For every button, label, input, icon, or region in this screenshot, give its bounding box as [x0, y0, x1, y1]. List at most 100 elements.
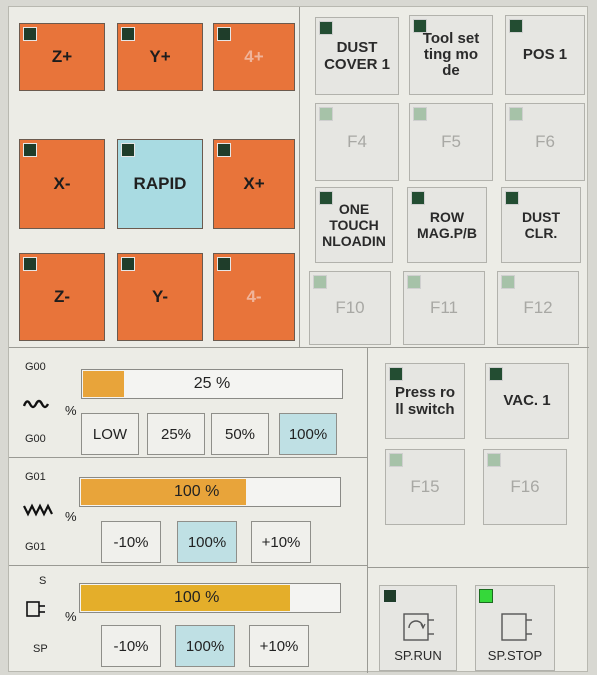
jog-y-minus-button[interactable]: Y-	[117, 253, 203, 341]
button-label: F10	[335, 298, 365, 318]
control-panel: Z+ Y+ 4+ X- RAPID X+ Z- Y- 4- DUST COVER…	[8, 6, 589, 673]
jog-label: Y+	[149, 47, 171, 66]
g01-zigzag-icon	[23, 503, 53, 521]
press-roll-switch-button[interactable]: Press ro ll switch	[385, 363, 465, 439]
jog-label: X+	[243, 174, 265, 193]
spindle-override-bar: 100 %	[79, 583, 341, 613]
spindle-rate-button-1[interactable]: -10%	[101, 625, 161, 667]
g01-rate-button-1[interactable]: -10%	[101, 521, 161, 563]
status-indicator	[505, 191, 519, 205]
jog-4-plus-button[interactable]: 4+	[213, 23, 295, 91]
g01-rate-button-3[interactable]: +10%	[251, 521, 311, 563]
jog-x-plus-button[interactable]: X+	[213, 139, 295, 229]
jog-label: X-	[53, 174, 71, 193]
status-indicator	[217, 257, 231, 271]
g00-rate-button-4[interactable]: 100%	[279, 413, 337, 455]
status-indicator	[23, 143, 37, 157]
status-indicator	[121, 27, 135, 41]
jog-y-plus-button[interactable]: Y+	[117, 23, 203, 91]
g01-override-value: 100 %	[174, 483, 220, 500]
jog-label: Z+	[51, 47, 73, 66]
f6-button[interactable]: F6	[505, 103, 585, 181]
spindle-override-value: 100 %	[174, 589, 220, 606]
row-mag-pb-button[interactable]: ROW MAG.P/B	[407, 187, 487, 263]
button-label: F5	[441, 132, 461, 152]
button-label: SP.RUN	[394, 648, 442, 664]
button-label: F12	[523, 298, 553, 318]
button-label: F6	[535, 132, 555, 152]
status-indicator	[319, 21, 333, 35]
jog-z-plus-button[interactable]: Z+	[19, 23, 105, 91]
f11-button[interactable]: F11	[403, 271, 485, 345]
jog-label: RAPID	[133, 174, 187, 193]
jog-label: Z-	[53, 287, 71, 306]
g01-rate-button-2[interactable]: 100%	[177, 521, 237, 563]
jog-x-minus-button[interactable]: X-	[19, 139, 105, 229]
status-indicator	[121, 143, 135, 157]
button-label: DUST CLR.	[521, 208, 561, 241]
button-label: Tool set ting mo de	[422, 29, 480, 80]
jog-z-minus-button[interactable]: Z-	[19, 253, 105, 341]
spindle-run-button[interactable]: SP.RUN	[379, 585, 457, 671]
button-label: SP.STOP	[487, 648, 543, 664]
status-indicator	[121, 257, 135, 271]
pos1-button[interactable]: POS 1	[505, 15, 585, 95]
spindle-unit-label: %	[65, 609, 77, 624]
jog-label: Y-	[151, 287, 169, 306]
g01-bottom-label: G01	[25, 541, 46, 553]
g00-rate-button-2[interactable]: 25%	[147, 413, 205, 455]
status-indicator	[411, 191, 425, 205]
dust-cover-button[interactable]: DUST COVER 1	[315, 17, 399, 95]
spindle-top-label: S	[39, 575, 47, 587]
one-touch-download-button[interactable]: ONE TOUCH NLOADIN	[315, 187, 393, 263]
g00-top-label: G00	[25, 361, 46, 373]
status-indicator	[479, 589, 493, 603]
f16-button[interactable]: F16	[483, 449, 567, 525]
tool-setting-mode-button[interactable]: Tool set ting mo de	[409, 15, 493, 95]
spindle-stop-button[interactable]: SP.STOP	[475, 585, 555, 671]
g00-bottom-label: G00	[25, 433, 46, 445]
f10-button[interactable]: F10	[309, 271, 391, 345]
spindle-icon	[25, 599, 47, 623]
g00-wave-icon	[22, 397, 51, 415]
vac1-button[interactable]: VAC. 1	[485, 363, 569, 439]
g00-rate-button-3[interactable]: 50%	[211, 413, 269, 455]
f5-button[interactable]: F5	[409, 103, 493, 181]
status-indicator	[217, 143, 231, 157]
g00-override-value: 25 %	[193, 375, 231, 392]
spindle-run-icon	[403, 613, 434, 641]
f12-button[interactable]: F12	[497, 271, 579, 345]
button-label: ONE TOUCH NLOADIN	[322, 200, 386, 250]
status-indicator	[413, 19, 427, 33]
spindle-rate-button-3[interactable]: +10%	[249, 625, 309, 667]
rapid-button[interactable]: RAPID	[117, 139, 203, 229]
spindle-stop-icon	[501, 613, 532, 641]
f15-button[interactable]: F15	[385, 449, 465, 525]
spindle-rate-button-2[interactable]: 100%	[175, 625, 235, 667]
jog-4-minus-button[interactable]: 4-	[213, 253, 295, 341]
g00-unit-label: %	[65, 403, 77, 418]
button-label: ROW MAG.P/B	[417, 208, 477, 241]
jog-label: 4+	[244, 47, 264, 66]
status-indicator	[217, 27, 231, 41]
button-label: F16	[510, 477, 540, 497]
status-indicator	[23, 257, 37, 271]
status-indicator	[389, 453, 403, 467]
status-indicator	[383, 589, 397, 603]
status-indicator	[23, 27, 37, 41]
g01-top-label: G01	[25, 471, 46, 483]
f4-button[interactable]: F4	[315, 103, 399, 181]
button-label: VAC. 1	[503, 392, 551, 410]
g00-override-bar: 25 %	[81, 369, 343, 399]
status-indicator	[313, 275, 327, 289]
button-label: DUST COVER 1	[324, 38, 390, 73]
button-label: POS 1	[522, 46, 568, 64]
status-indicator	[319, 191, 333, 205]
dust-clr-button[interactable]: DUST CLR.	[501, 187, 581, 263]
g00-rate-button-1[interactable]: LOW	[81, 413, 139, 455]
status-indicator	[501, 275, 515, 289]
g01-unit-label: %	[65, 509, 77, 524]
status-indicator	[487, 453, 501, 467]
jog-label: 4-	[246, 287, 262, 306]
status-indicator	[413, 107, 427, 121]
